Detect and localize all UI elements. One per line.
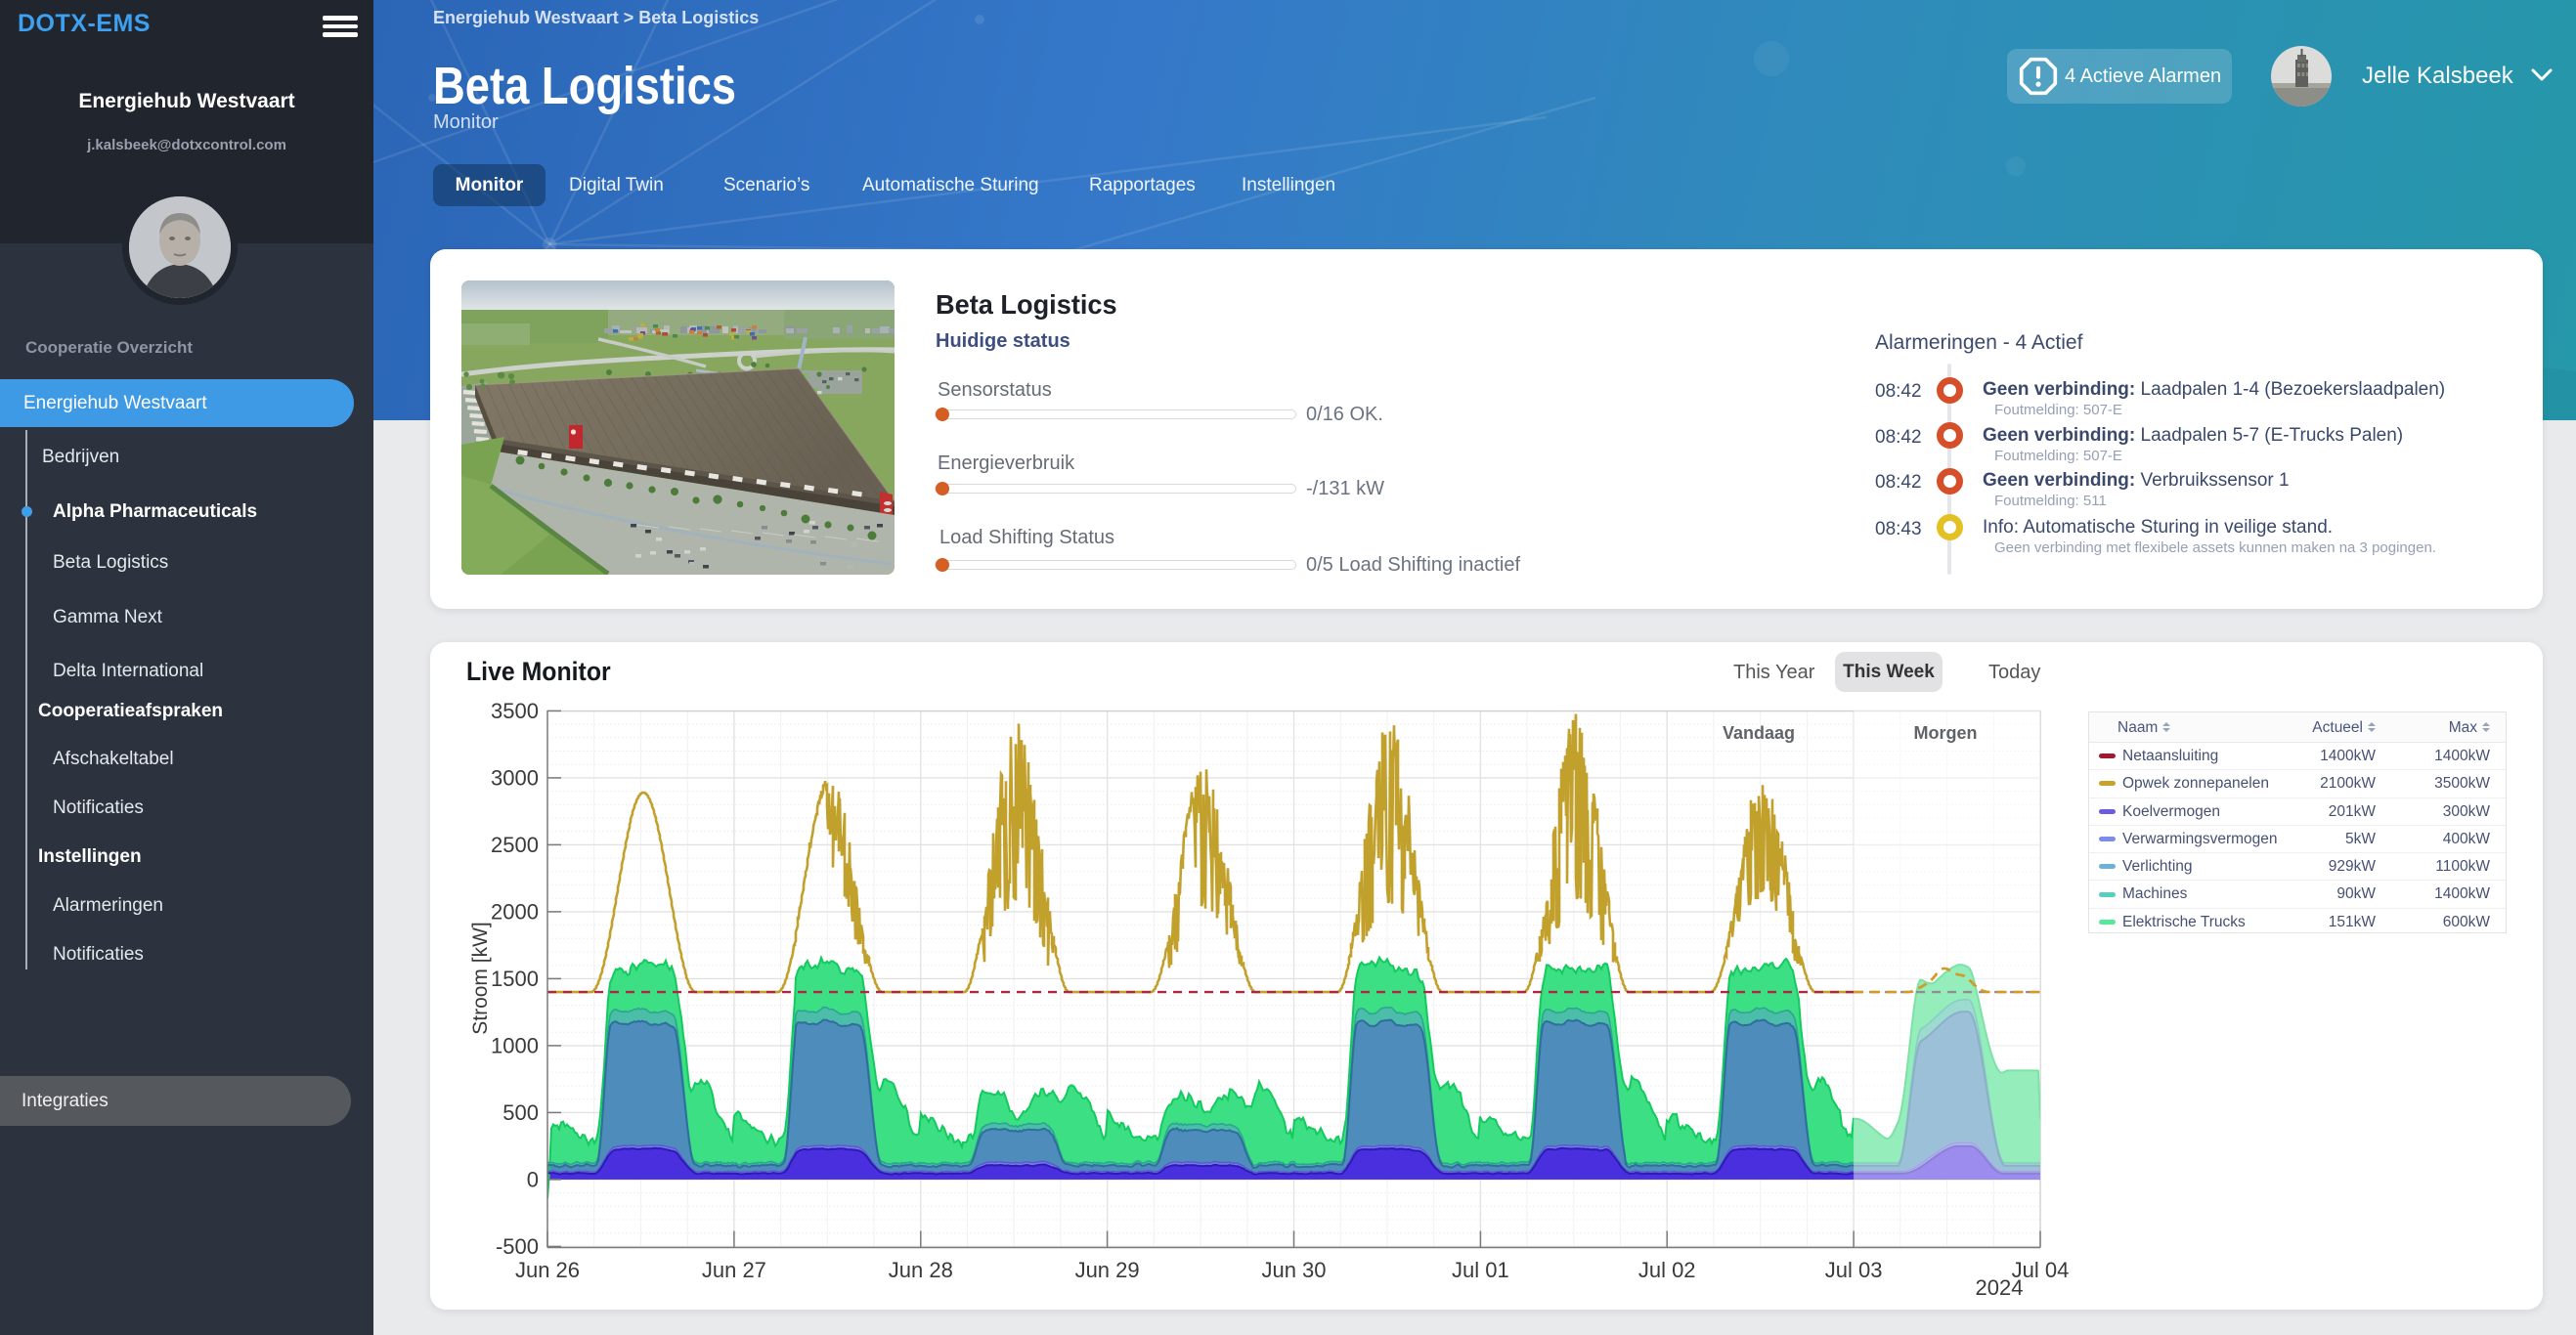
svg-text:Jun 30: Jun 30: [1261, 1258, 1326, 1282]
svg-text:Jun 29: Jun 29: [1075, 1258, 1140, 1282]
svg-text:Morgen: Morgen: [1914, 723, 1978, 743]
svg-text:Stroom [kW]: Stroom [kW]: [469, 922, 492, 1035]
svg-text:Jul 02: Jul 02: [1638, 1258, 1696, 1282]
svg-text:3500: 3500: [491, 699, 539, 723]
svg-text:Vandaag: Vandaag: [1723, 723, 1795, 743]
svg-text:2024: 2024: [1976, 1275, 2024, 1300]
svg-text:Jun 26: Jun 26: [515, 1258, 580, 1282]
svg-text:2000: 2000: [491, 899, 539, 924]
svg-text:0: 0: [527, 1167, 539, 1191]
svg-text:1500: 1500: [491, 967, 539, 991]
svg-text:1000: 1000: [491, 1033, 539, 1057]
svg-text:3000: 3000: [491, 765, 539, 790]
svg-text:Jun 28: Jun 28: [889, 1258, 953, 1282]
svg-text:500: 500: [502, 1100, 539, 1125]
svg-text:2500: 2500: [491, 833, 539, 857]
svg-text:Jul 01: Jul 01: [1452, 1258, 1509, 1282]
svg-text:-500: -500: [496, 1234, 539, 1259]
svg-text:Jul 03: Jul 03: [1825, 1258, 1883, 1282]
svg-text:Jun 27: Jun 27: [702, 1258, 766, 1282]
